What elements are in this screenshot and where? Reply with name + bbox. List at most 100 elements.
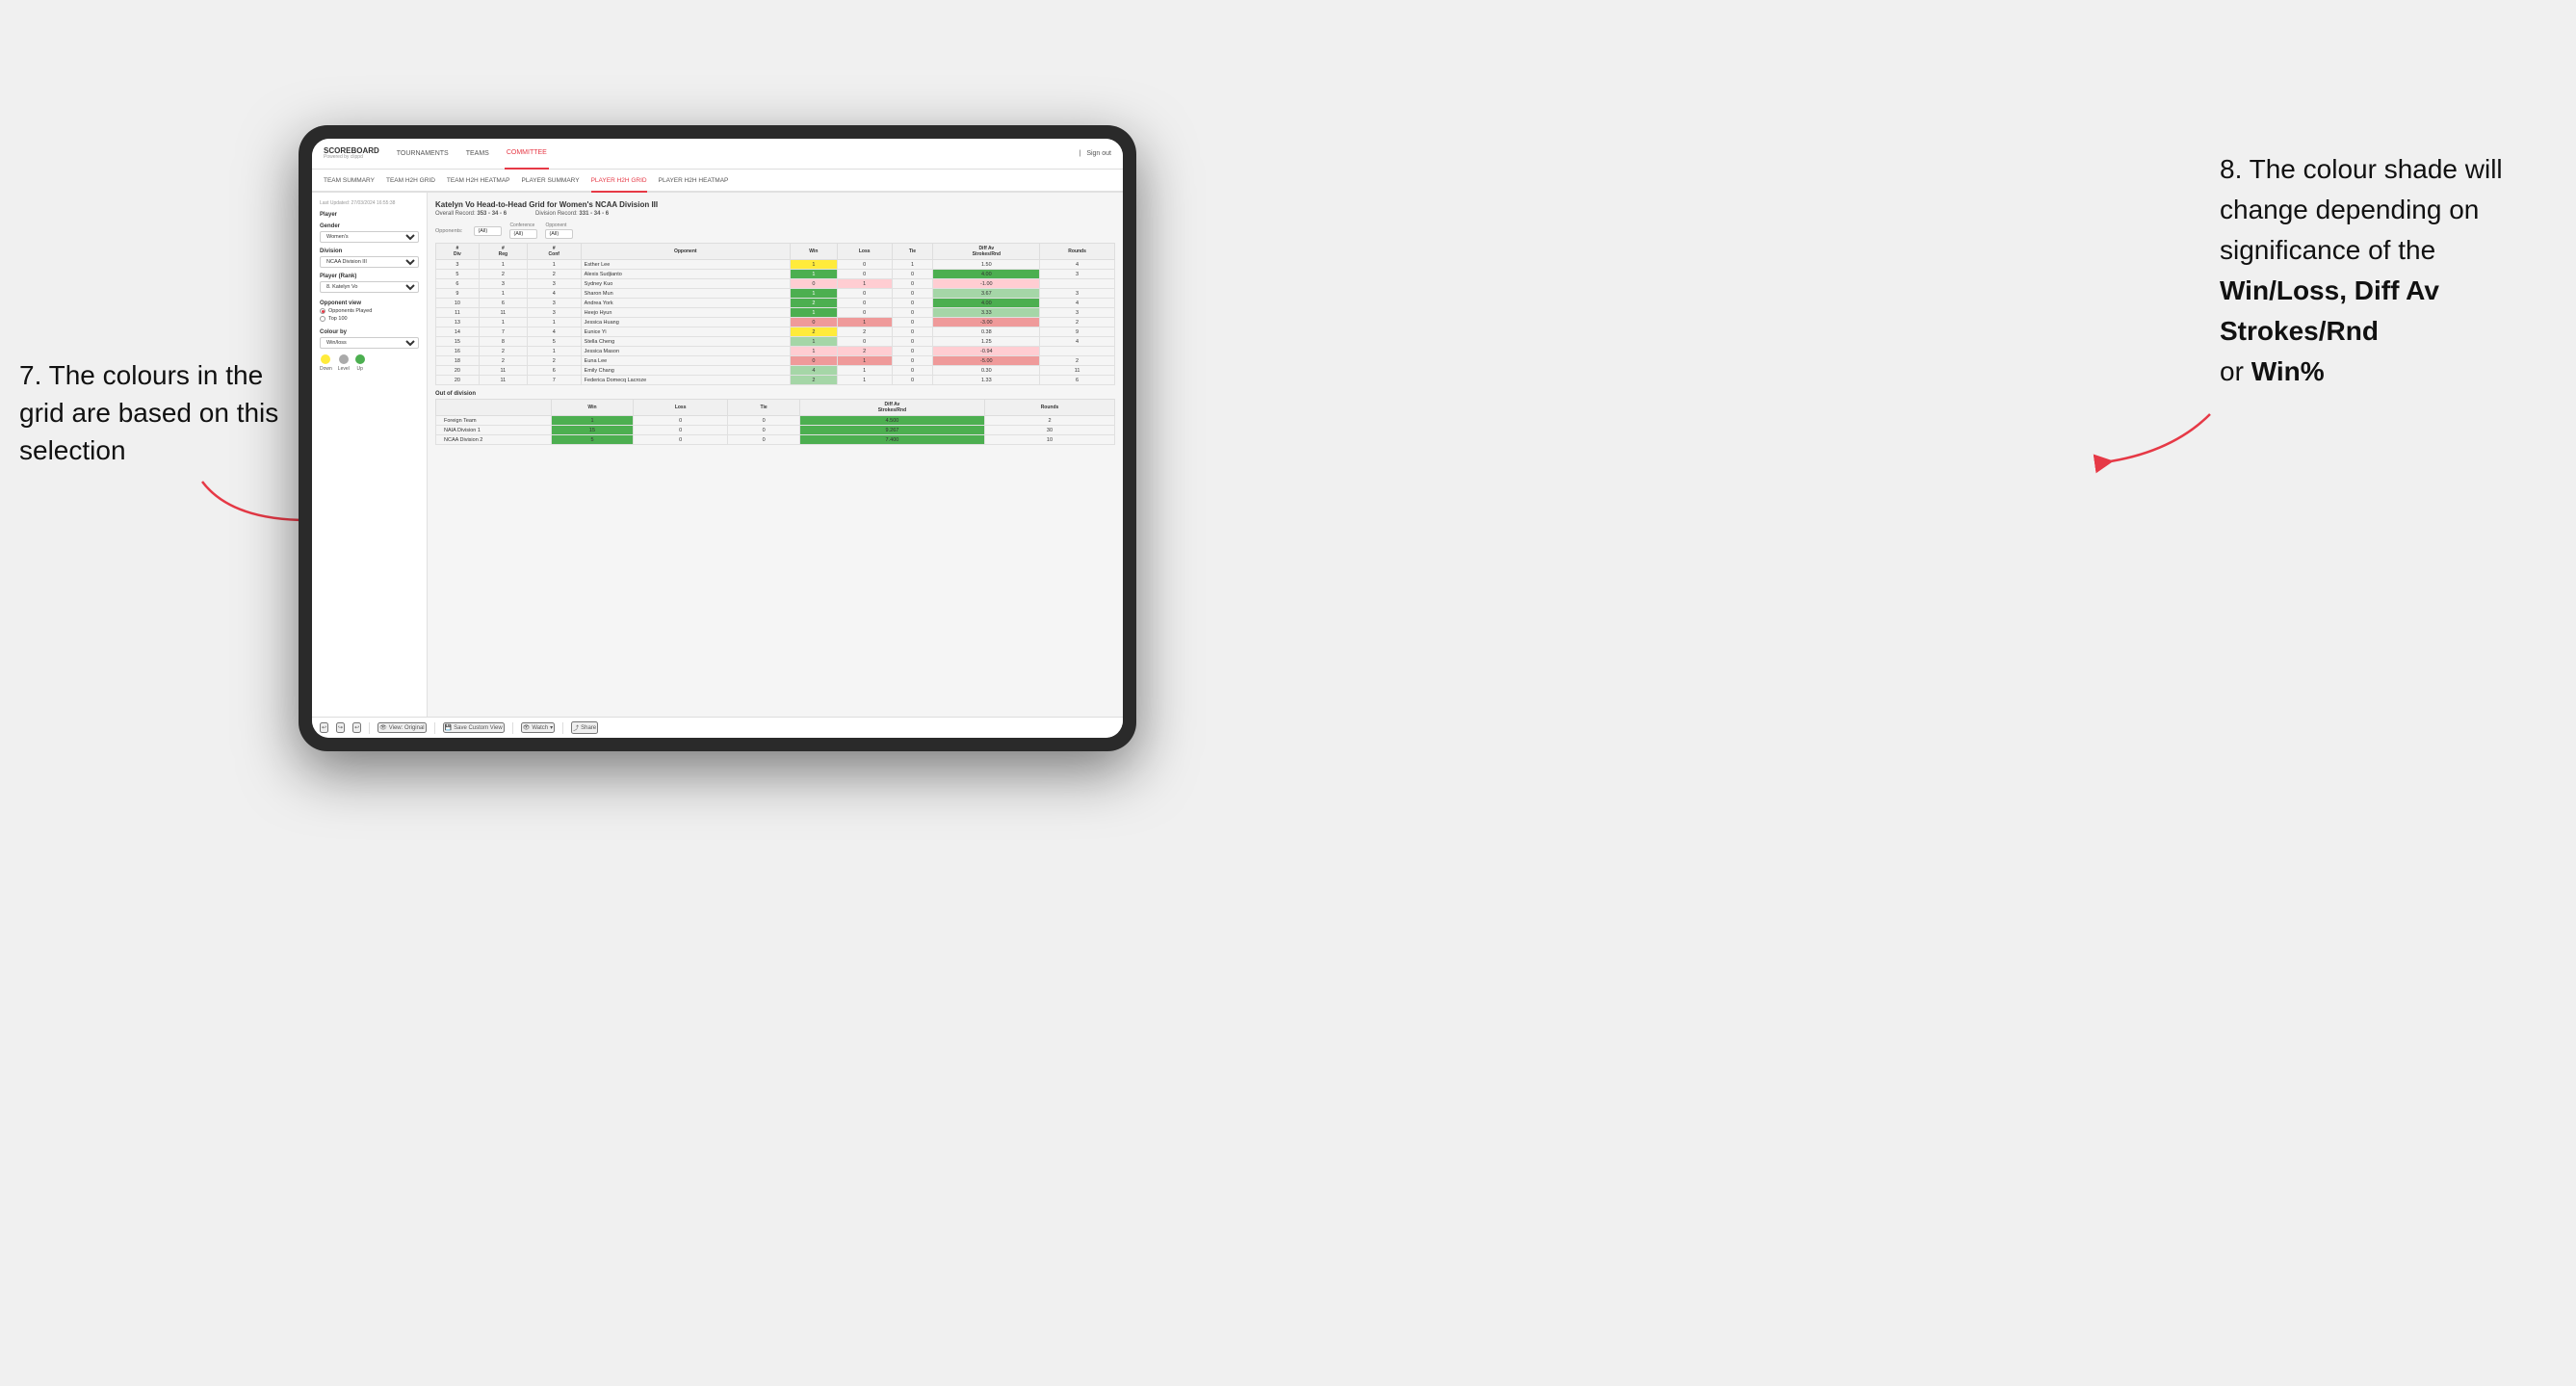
sidebar-division-select[interactable]: NCAA Division III bbox=[320, 256, 419, 268]
cell-out-win: 1 bbox=[552, 416, 634, 426]
col-rounds: Rounds bbox=[1040, 244, 1115, 260]
sidebar-opponentview-section: Opponent view Opponents Played Top 100 bbox=[320, 301, 419, 322]
cell-reg: 3 bbox=[479, 279, 527, 289]
main-table-body: 3 1 1 Esther Lee 1 0 1 1.50 4 5 2 2 Alex… bbox=[436, 260, 1115, 385]
share-button[interactable]: ⤴ Share bbox=[571, 721, 598, 734]
cell-div: 14 bbox=[436, 327, 480, 337]
cell-loss: 1 bbox=[837, 376, 892, 385]
cell-win: 0 bbox=[790, 279, 837, 289]
annotation-bold-winpct: Win% bbox=[2251, 356, 2325, 386]
filter-opponent-label: Opponent bbox=[545, 222, 573, 228]
sidebar-playerrank-select[interactable]: 8. Katelyn Vo bbox=[320, 281, 419, 293]
cell-diff: 3.33 bbox=[933, 308, 1040, 318]
cell-conf: 3 bbox=[527, 299, 581, 308]
cell-tie: 0 bbox=[892, 366, 933, 376]
col-conf: #Conf bbox=[527, 244, 581, 260]
nav-teams[interactable]: TEAMS bbox=[464, 139, 491, 170]
table-header-row: #Div #Reg #Conf Opponent Win Loss Tie Di… bbox=[436, 244, 1115, 260]
cell-out-loss: 0 bbox=[633, 426, 727, 435]
cell-opponent: Heejo Hyun bbox=[581, 308, 790, 318]
cell-out-tie: 0 bbox=[728, 435, 800, 445]
cell-rounds: 2 bbox=[1040, 318, 1115, 327]
subnav-player-h2h-heatmap[interactable]: PLAYER H2H HEATMAP bbox=[659, 170, 729, 193]
cell-rounds bbox=[1040, 279, 1115, 289]
sidebar-radio-top100[interactable]: Top 100 bbox=[320, 316, 419, 322]
cell-rounds: 2 bbox=[1040, 356, 1115, 366]
cell-reg: 6 bbox=[479, 299, 527, 308]
filter-opponent-select[interactable]: (All) bbox=[545, 229, 573, 239]
watch-button[interactable]: 👁 Watch ▾ bbox=[521, 722, 555, 733]
cell-loss: 1 bbox=[837, 366, 892, 376]
save-icon: 💾 bbox=[445, 724, 452, 731]
subnav-player-h2h-grid[interactable]: PLAYER H2H GRID bbox=[591, 170, 647, 193]
cell-rounds: 3 bbox=[1040, 308, 1115, 318]
cell-loss: 1 bbox=[837, 279, 892, 289]
nav-committee[interactable]: COMMITTEE bbox=[505, 139, 549, 170]
sign-out-link[interactable]: Sign out bbox=[1086, 150, 1111, 157]
subnav-player-summary[interactable]: PLAYER SUMMARY bbox=[522, 170, 580, 193]
cell-win: 1 bbox=[790, 337, 837, 347]
cell-reg: 8 bbox=[479, 337, 527, 347]
sidebar-division-label: Division bbox=[320, 248, 419, 254]
cell-win: 0 bbox=[790, 356, 837, 366]
cell-rounds: 4 bbox=[1040, 337, 1115, 347]
tablet-frame: SCOREBOARD Powered by clippd TOURNAMENTS… bbox=[299, 125, 1136, 751]
nav-bar: SCOREBOARD Powered by clippd TOURNAMENTS… bbox=[312, 139, 1123, 170]
undo2-button[interactable]: ↩ bbox=[352, 722, 361, 733]
cell-diff: 4.00 bbox=[933, 299, 1040, 308]
toolbar-sep1 bbox=[369, 722, 370, 734]
filter-opponents-select[interactable]: (All) bbox=[474, 226, 502, 236]
out-col-win: Win bbox=[552, 400, 634, 416]
cell-opponent: Sydney Kuo bbox=[581, 279, 790, 289]
arrow-right-indicator bbox=[2095, 405, 2220, 482]
cell-div: 20 bbox=[436, 366, 480, 376]
division-record: Division Record: 331 - 34 - 6 bbox=[535, 211, 609, 217]
subnav-team-h2h-grid[interactable]: TEAM H2H GRID bbox=[386, 170, 435, 193]
cell-conf: 3 bbox=[527, 279, 581, 289]
nav-items: TOURNAMENTS TEAMS COMMITTEE bbox=[395, 139, 1080, 170]
filter-row: Opponents: (All) Conference (All) Oppone… bbox=[435, 222, 1115, 239]
sidebar: Last Updated: 27/03/2024 16:55:38 Player… bbox=[312, 193, 428, 717]
cell-rounds: 3 bbox=[1040, 289, 1115, 299]
legend-level-dot bbox=[339, 354, 349, 364]
table-row: 11 11 3 Heejo Hyun 1 0 0 3.33 3 bbox=[436, 308, 1115, 318]
subnav-team-summary[interactable]: TEAM SUMMARY bbox=[324, 170, 375, 193]
cell-loss: 2 bbox=[837, 347, 892, 356]
cell-conf: 2 bbox=[527, 270, 581, 279]
save-custom-button[interactable]: 💾 Save Custom View bbox=[443, 722, 505, 733]
nav-tournaments[interactable]: TOURNAMENTS bbox=[395, 139, 451, 170]
table-row: 6 3 3 Sydney Kuo 0 1 0 -1.00 bbox=[436, 279, 1115, 289]
chevron-down-icon: ▾ bbox=[550, 724, 553, 731]
cell-conf: 1 bbox=[527, 318, 581, 327]
sidebar-playerrank-section: Player (Rank) 8. Katelyn Vo bbox=[320, 274, 419, 293]
bottom-toolbar: ↩ ↪ ↩ 👁 View: Original 💾 Save Custom Vie… bbox=[312, 717, 1123, 738]
eye-icon: 👁 bbox=[379, 724, 387, 731]
sidebar-gender-select[interactable]: Women's bbox=[320, 231, 419, 243]
cell-win: 2 bbox=[790, 376, 837, 385]
cell-tie: 0 bbox=[892, 318, 933, 327]
cell-opponent: Emily Chang bbox=[581, 366, 790, 376]
cell-div: 18 bbox=[436, 356, 480, 366]
cell-div: 3 bbox=[436, 260, 480, 270]
redo-button[interactable]: ↪ bbox=[336, 722, 345, 733]
subnav-team-h2h-heatmap[interactable]: TEAM H2H HEATMAP bbox=[447, 170, 510, 193]
cell-diff: -5.00 bbox=[933, 356, 1040, 366]
cell-opponent: Euna Lee bbox=[581, 356, 790, 366]
sidebar-division-section: Division NCAA Division III bbox=[320, 248, 419, 268]
table-row: 10 6 3 Andrea York 2 0 0 4.00 4 bbox=[436, 299, 1115, 308]
cell-rounds: 6 bbox=[1040, 376, 1115, 385]
cell-rounds: 11 bbox=[1040, 366, 1115, 376]
sidebar-colourby-label: Colour by bbox=[320, 329, 419, 335]
legend: Down Level Up bbox=[320, 354, 419, 372]
sidebar-radio-opponents-played[interactable]: Opponents Played bbox=[320, 308, 419, 314]
view-original-button[interactable]: 👁 View: Original bbox=[377, 722, 427, 733]
cell-div: 15 bbox=[436, 337, 480, 347]
radio-top100-dot bbox=[320, 316, 325, 322]
radio-opponents-played-dot bbox=[320, 308, 325, 314]
sidebar-colourby-select[interactable]: Win/loss bbox=[320, 337, 419, 349]
undo-button[interactable]: ↩ bbox=[320, 722, 328, 733]
cell-tie: 0 bbox=[892, 299, 933, 308]
filter-conference-select[interactable]: (All) bbox=[509, 229, 537, 239]
cell-opponent: Federica Domecq Lacroze bbox=[581, 376, 790, 385]
grid-title: Katelyn Vo Head-to-Head Grid for Women's… bbox=[435, 200, 1115, 209]
